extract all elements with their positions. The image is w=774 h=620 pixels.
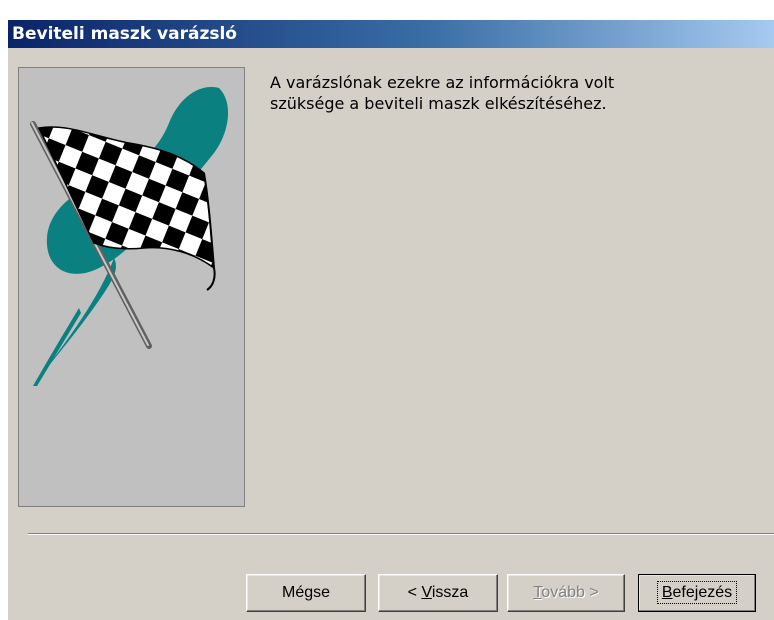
finish-button-accel: B (661, 584, 673, 601)
title-bar[interactable]: Beviteli maszk varázsló (8, 20, 774, 48)
button-separator (28, 533, 774, 535)
wizard-dialog: Beviteli maszk varázsló A varázslónak ez… (8, 20, 774, 620)
cancel-button[interactable]: Mégse (246, 574, 366, 612)
finish-flag-icon (30, 87, 229, 386)
window-title: Beviteli maszk varázsló (12, 24, 237, 44)
back-button[interactable]: < Vissza (378, 574, 498, 612)
back-button-accel: V (421, 584, 432, 601)
message-line-1: A varázslónak ezekre az információkra vo… (270, 73, 615, 92)
wizard-image-panel (18, 67, 245, 507)
back-button-prefix: < (407, 584, 422, 601)
cancel-button-label: Mégse (281, 584, 331, 601)
next-button[interactable]: Tovább > (507, 574, 625, 612)
finish-button-rest: efejezés (672, 584, 733, 601)
message-line-2: szüksége a beviteli maszk elkészítéséhez… (270, 94, 607, 113)
back-button-rest: issza (431, 584, 469, 601)
wizard-message: A varázslónak ezekre az információkra vo… (270, 72, 690, 114)
next-button-rest: ovább > (541, 584, 599, 601)
finish-button-focus: Befejezés (656, 581, 738, 604)
finish-button[interactable]: Befejezés (638, 574, 756, 612)
